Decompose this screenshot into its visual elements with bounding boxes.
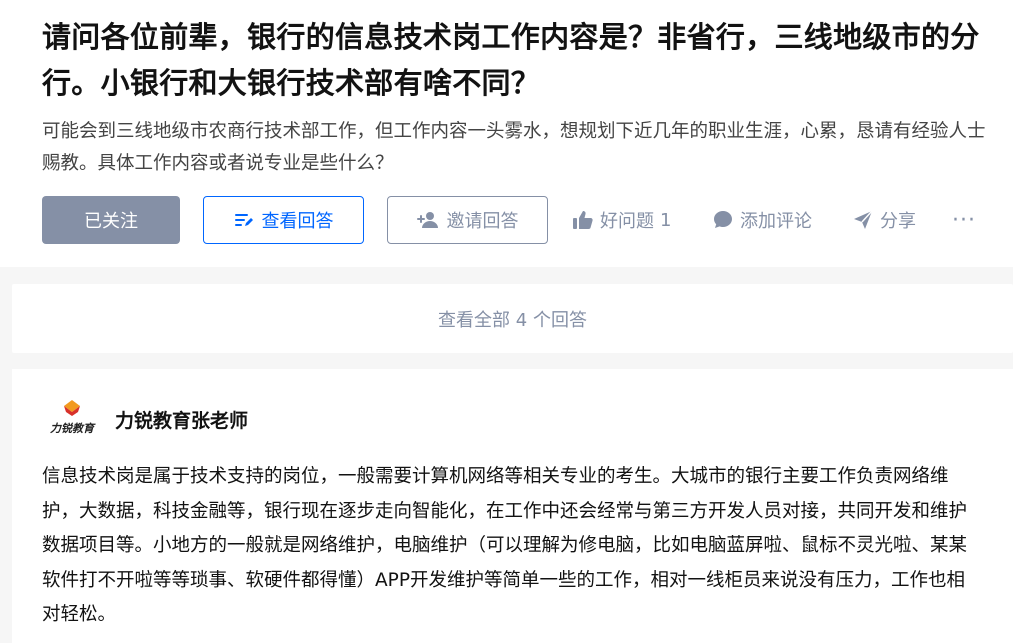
more-options-button[interactable]: ···	[952, 196, 976, 244]
view-all-answers-card: 查看全部 4 个回答	[12, 284, 1013, 353]
good-question-label: 好问题	[600, 211, 654, 232]
share-label: 分享	[880, 211, 916, 232]
answer-author: 力锐教育 力锐教育张老师	[42, 396, 248, 442]
author-avatar[interactable]: 力锐教育	[42, 396, 102, 442]
share-icon	[852, 209, 874, 231]
view-answers-button[interactable]: 查看回答	[203, 196, 364, 244]
comment-icon	[712, 209, 734, 231]
followed-label: 已关注	[84, 211, 138, 232]
write-answer-icon	[234, 210, 254, 230]
avatar-text: 力锐教育	[50, 422, 96, 435]
add-comment-label: 添加评论	[740, 211, 812, 232]
question-actions: 已关注 查看回答 邀请回答 好问题 1 添加评论 分享 ···	[42, 196, 1002, 244]
add-comment-button[interactable]: 添加评论	[712, 196, 812, 244]
followed-button[interactable]: 已关注	[42, 196, 180, 244]
good-question-count: 1	[660, 209, 672, 231]
invite-answer-label: 邀请回答	[446, 211, 519, 232]
more-icon: ···	[952, 207, 976, 233]
good-question-button[interactable]: 好问题 1	[572, 196, 671, 244]
add-user-icon	[416, 210, 439, 230]
author-name[interactable]: 力锐教育张老师	[115, 406, 248, 433]
invite-answer-button[interactable]: 邀请回答	[387, 196, 548, 244]
view-answers-label: 查看回答	[261, 211, 334, 232]
question-title[interactable]: 请问各位前辈，银行的信息技术岗工作内容是？非省行，三线地级市的分行。小银行和大银…	[42, 14, 1002, 106]
question-card: 请问各位前辈，银行的信息技术岗工作内容是？非省行，三线地级市的分行。小银行和大银…	[0, 0, 1013, 267]
answer-content: 信息技术岗是属于技术支持的岗位，一般需要计算机网络等相关专业的考生。大城市的银行…	[42, 466, 968, 625]
answer-card: 力锐教育 力锐教育张老师 信息技术岗是属于技术支持的岗位，一般需要计算机网络等相…	[12, 369, 1013, 643]
logo-mark-icon	[64, 400, 80, 416]
share-button[interactable]: 分享	[852, 196, 916, 244]
question-description: 可能会到三线地级市农商行技术部工作，但工作内容一头雾水，想规划下近几年的职业生涯…	[42, 121, 986, 174]
view-all-answers-link[interactable]: 查看全部 4 个回答	[438, 306, 587, 332]
thumbs-up-icon	[572, 209, 594, 231]
